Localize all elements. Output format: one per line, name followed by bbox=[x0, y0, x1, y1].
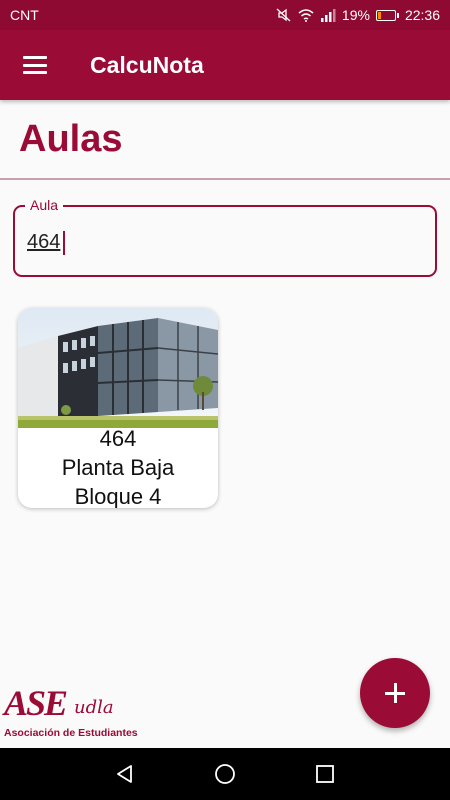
divider bbox=[0, 178, 450, 180]
app-title: CalcuNota bbox=[90, 51, 204, 78]
building-photo bbox=[18, 308, 218, 428]
status-bar: CNT 19% 22:36 bbox=[0, 0, 450, 30]
app-bar: CalcuNota bbox=[0, 30, 450, 100]
recents-icon[interactable] bbox=[305, 754, 345, 794]
home-icon[interactable] bbox=[205, 754, 245, 794]
ase-logo: ASE udla Asociación de Estudiantes bbox=[4, 683, 138, 743]
text-caret bbox=[63, 231, 65, 255]
logo-subtitle: Asociación de Estudiantes bbox=[4, 727, 138, 739]
classroom-floor: Planta Baja bbox=[61, 455, 175, 480]
battery-percent: 19% bbox=[341, 7, 370, 23]
classroom-card-text: 464 Planta Baja Bloque 4 bbox=[18, 424, 218, 508]
aula-input[interactable] bbox=[27, 227, 422, 257]
logo-script: udla bbox=[74, 697, 114, 718]
back-icon[interactable] bbox=[105, 754, 145, 794]
classroom-card[interactable]: 464 Planta Baja Bloque 4 bbox=[18, 308, 218, 508]
signal-icon bbox=[320, 8, 336, 22]
clock: 22:36 bbox=[404, 7, 440, 23]
battery-icon bbox=[375, 9, 399, 21]
classroom-number: 464 bbox=[99, 426, 137, 451]
system-nav-bar bbox=[0, 748, 450, 800]
aula-field: Aula bbox=[13, 197, 437, 277]
logo-mark: ASE bbox=[4, 683, 68, 723]
classroom-block: Bloque 4 bbox=[74, 484, 162, 508]
add-button[interactable] bbox=[360, 658, 430, 728]
hamburger-menu-icon[interactable] bbox=[0, 30, 70, 100]
aula-field-label: Aula bbox=[25, 197, 64, 213]
page-title: Aulas bbox=[19, 118, 123, 160]
status-icons: 19% 22:36 bbox=[276, 7, 440, 23]
plus-icon bbox=[385, 683, 405, 703]
carrier-name: CNT bbox=[10, 7, 39, 23]
wifi-icon bbox=[298, 8, 314, 22]
mute-icon bbox=[276, 8, 292, 22]
